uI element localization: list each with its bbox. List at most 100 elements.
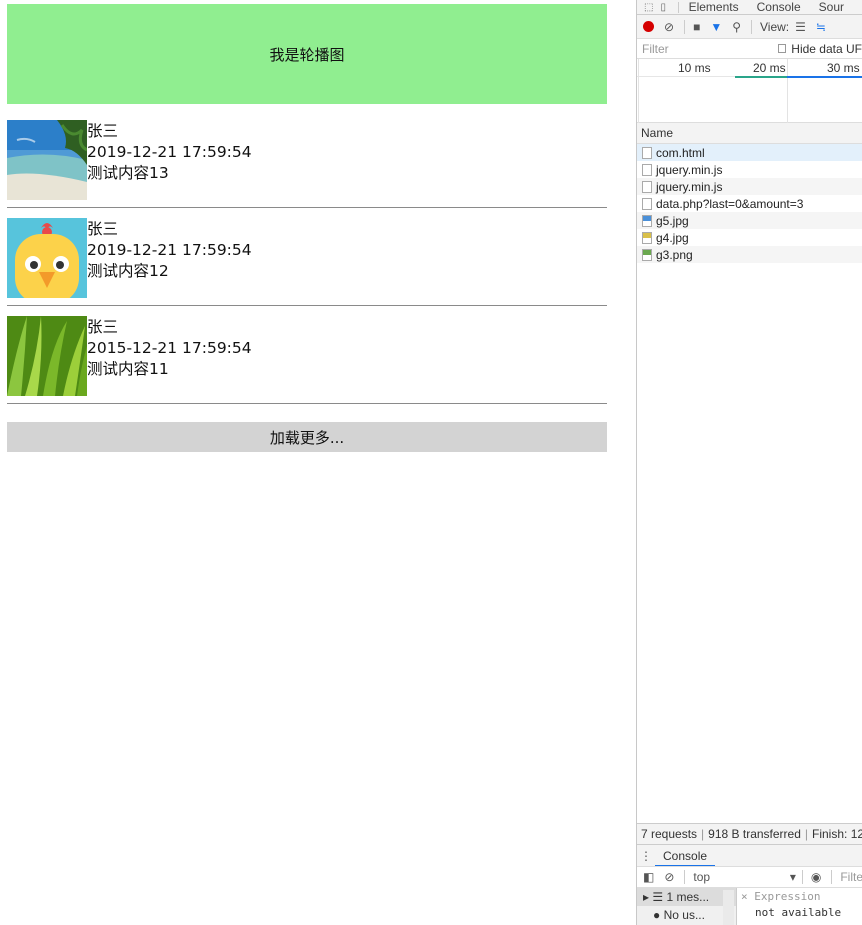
request-name: g4.jpg <box>656 230 689 245</box>
clear-icon[interactable]: ⊘ <box>664 20 674 34</box>
close-icon[interactable]: × <box>741 890 748 903</box>
finish-time: Finish: 12 <box>812 827 862 841</box>
beach-image <box>7 120 87 200</box>
request-name: com.html <box>656 145 705 160</box>
request-row[interactable]: com.html <box>637 144 862 161</box>
chevron-down-icon: ▾ <box>789 870 796 884</box>
search-icon[interactable]: ⚲ <box>732 20 741 34</box>
script-icon <box>642 163 652 176</box>
divider <box>684 870 686 884</box>
request-bar <box>735 76 787 78</box>
drawer-tabbar: ⋮ Console <box>637 844 862 867</box>
list-item[interactable]: 张三 2015-12-21 17:59:54 测试内容11 <box>7 316 607 404</box>
item-info: 张三 2019-12-21 17:59:54 测试内容13 <box>87 121 252 207</box>
expression-label[interactable]: Expression <box>754 890 820 903</box>
request-row[interactable]: g3.png <box>637 246 862 263</box>
network-overview[interactable]: 10 ms 20 ms 30 ms <box>637 59 862 123</box>
request-name: jquery.min.js <box>656 162 723 177</box>
script-icon <box>642 180 652 193</box>
view-label: View: <box>760 19 790 34</box>
sidebar-scrollbar[interactable] <box>723 890 734 925</box>
console-toolbar: ◧ ⊘ top ▾ ◉ Filte <box>637 866 862 888</box>
request-row[interactable]: jquery.min.js <box>637 178 862 195</box>
item-time: 2019-12-21 17:59:54 <box>87 241 252 259</box>
filter-row: Filter Hide data UF <box>637 39 862 59</box>
grid-line <box>638 59 639 123</box>
clear-console-icon[interactable]: ⊘ <box>664 870 674 884</box>
tick-label: 20 ms <box>753 61 786 75</box>
inspect-icon[interactable]: ⬚ <box>644 2 653 13</box>
request-bar <box>787 76 862 78</box>
divider <box>801 870 803 884</box>
tab-console-drawer[interactable]: Console <box>655 845 716 867</box>
request-row[interactable]: g4.jpg <box>637 229 862 246</box>
messages-label: 1 mes... <box>666 890 710 904</box>
item-info: 张三 2019-12-21 17:59:54 测试内容12 <box>87 219 252 305</box>
divider <box>831 870 833 884</box>
tab-elements[interactable]: Elements <box>689 0 739 14</box>
request-name: g3.png <box>656 247 693 262</box>
web-page: 我是轮播图 张三 2019-12-21 17:59:54 测试内容13 张三 2… <box>0 0 636 925</box>
grass-thumbnail <box>7 316 87 396</box>
context-selector[interactable]: top ▾ <box>693 870 795 884</box>
xhr-icon <box>642 197 652 210</box>
request-row[interactable]: jquery.min.js <box>637 161 862 178</box>
filter-icon[interactable]: ▼ <box>710 20 722 34</box>
console-body: ▸ ☰ 1 mes... ● No us... × Expression not… <box>637 888 862 925</box>
item-time: 2019-12-21 17:59:54 <box>87 143 252 161</box>
expression-value: not available <box>755 906 842 919</box>
request-row[interactable]: data.php?last=0&amount=3 <box>637 195 862 212</box>
image-file-icon <box>642 248 652 261</box>
request-count: 7 requests <box>641 827 698 841</box>
device-toggle-icon[interactable]: ▯ <box>660 2 666 13</box>
divider: | <box>701 827 705 841</box>
hide-data-urls-checkbox[interactable] <box>777 44 787 53</box>
divider: | <box>804 827 809 841</box>
messages-filter[interactable]: ▸ ☰ 1 mes... <box>637 888 736 906</box>
chick-image <box>7 218 87 298</box>
item-author: 张三 <box>87 220 119 238</box>
network-toolbar: ⊘ ■ ▼ ⚲ View: ☰ ≒ <box>637 15 862 39</box>
more-menu-icon[interactable]: ⋮ <box>637 849 655 863</box>
user-messages-label: No us... <box>663 908 705 922</box>
hide-data-urls-label: Hide data UF <box>791 41 862 56</box>
devtools-panel: ⬚ ▯ Elements Console Sour ⊘ ■ ▼ ⚲ View: … <box>636 0 862 925</box>
chick-thumbnail <box>7 218 87 298</box>
live-expression: × Expression not available <box>741 890 841 919</box>
console-sidebar: ▸ ☰ 1 mes... ● No us... <box>637 888 737 925</box>
screen: 我是轮播图 张三 2019-12-21 17:59:54 测试内容13 张三 2… <box>0 0 862 925</box>
transferred-size: 918 B transferred <box>708 827 801 841</box>
console-filter-input[interactable]: Filte <box>840 870 862 884</box>
record-icon[interactable] <box>643 21 654 32</box>
context-value: top <box>693 870 711 884</box>
filter-input[interactable]: Filter <box>642 41 768 57</box>
item-time: 2015-12-21 17:59:54 <box>87 339 252 357</box>
request-name: data.php?last=0&amount=3 <box>656 196 804 211</box>
item-content: 测试内容11 <box>87 360 169 378</box>
item-author: 张三 <box>87 122 119 140</box>
list-item[interactable]: 张三 2019-12-21 17:59:54 测试内容12 <box>7 218 607 306</box>
request-name: jquery.min.js <box>656 179 723 194</box>
feed-list: 张三 2019-12-21 17:59:54 测试内容13 张三 2019-12… <box>7 120 607 414</box>
carousel-banner[interactable]: 我是轮播图 <box>7 4 607 104</box>
tab-sources[interactable]: Sour <box>819 0 844 14</box>
request-row[interactable]: g5.jpg <box>637 212 862 229</box>
divider <box>684 19 686 34</box>
image-file-icon <box>642 231 652 244</box>
live-expression-eye-icon[interactable]: ◉ <box>811 870 821 884</box>
user-messages-filter[interactable]: ● No us... <box>637 906 736 924</box>
item-author: 张三 <box>87 318 119 336</box>
request-list: com.html jquery.min.js jquery.min.js dat… <box>637 144 862 263</box>
sidebar-toggle-icon[interactable]: ◧ <box>643 870 654 884</box>
timeline-ticks: 10 ms 20 ms 30 ms <box>637 59 862 77</box>
request-name: g5.jpg <box>656 213 689 228</box>
load-more-button[interactable]: 加载更多... <box>7 422 607 452</box>
large-rows-icon[interactable]: ☰ <box>795 20 806 34</box>
name-column-header[interactable]: Name <box>637 123 862 144</box>
grass-image <box>7 316 87 396</box>
list-item[interactable]: 张三 2019-12-21 17:59:54 测试内容13 <box>7 120 607 208</box>
divider <box>751 19 752 34</box>
waterfall-icon[interactable]: ≒ <box>816 20 826 34</box>
capture-screenshots-icon[interactable]: ■ <box>693 20 700 34</box>
tab-console[interactable]: Console <box>757 0 801 14</box>
